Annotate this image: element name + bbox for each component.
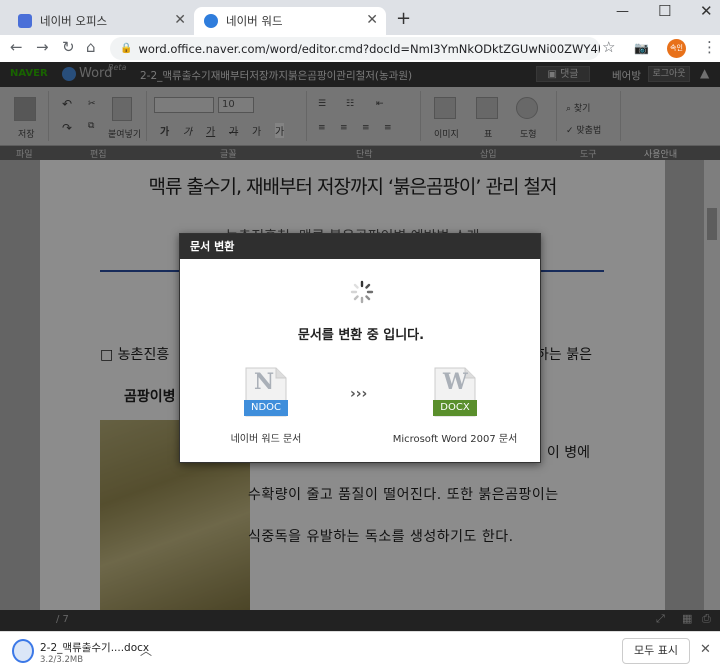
close-window-icon[interactable]: ✕ — [700, 2, 713, 20]
tab-label: 네이버 오피스 — [40, 14, 108, 28]
download-file-icon — [12, 639, 34, 663]
forward-icon[interactable]: → — [36, 38, 49, 56]
download-item[interactable]: 2-2_맥류출수기....docx 3.2/3.2MB — [40, 640, 150, 665]
convert-arrows-icon: ››› — [350, 386, 368, 402]
ndoc-label: 네이버 워드 문서 — [230, 434, 302, 445]
docx-badge: DOCX — [433, 400, 477, 416]
browser-tabstrip: 네이버 오피스 ✕ 네이버 워드 ✕ + — ☐ ✕ — [0, 0, 720, 35]
minimize-icon[interactable]: — — [616, 4, 629, 19]
download-filename: 2-2_맥류출수기....docx — [40, 642, 150, 654]
loading-spinner-icon — [350, 280, 374, 304]
close-tab-icon[interactable]: ✕ — [366, 13, 378, 27]
show-all-downloads-button[interactable]: 모두 표시 — [622, 638, 690, 664]
close-tab-icon[interactable]: ✕ — [174, 13, 186, 27]
tab-naver-office[interactable]: 네이버 오피스 ✕ — [8, 7, 194, 35]
conversion-dialog: 문서 변환 문서를 변환 중 입니다. N NDOC 네이버 워드 문서 ›››… — [179, 233, 541, 463]
bookmark-star-icon[interactable]: ☆ — [602, 38, 615, 56]
docx-file-icon: W DOCX — [433, 367, 477, 417]
docx-letter: W — [443, 369, 468, 395]
camera-icon[interactable]: 📷 — [634, 41, 649, 55]
ndoc-badge: NDOC — [244, 400, 288, 416]
close-downloads-icon[interactable]: ✕ — [700, 642, 711, 657]
reload-icon[interactable]: ↻ — [62, 38, 75, 56]
menu-kebab-icon[interactable]: ⋮ — [702, 38, 717, 56]
maximize-icon[interactable]: ☐ — [658, 2, 671, 20]
dialog-title: 문서 변환 — [180, 234, 540, 259]
back-icon[interactable]: ← — [10, 38, 23, 56]
naver-word-favicon-icon — [204, 14, 218, 28]
ndoc-file-icon: N NDOC — [244, 367, 288, 417]
dialog-message: 문서를 변환 중 입니다. — [297, 328, 425, 343]
download-menu-chevron-icon[interactable]: ︿ — [140, 642, 152, 659]
browser-toolbar: ← → ↻ ⌂ 🔒 word.office.naver.com/word/edi… — [0, 35, 720, 62]
new-tab-button[interactable]: + — [396, 8, 411, 29]
ndoc-letter: N — [254, 369, 275, 395]
profile-avatar[interactable]: 속인 — [667, 39, 686, 58]
naver-office-favicon-icon — [18, 14, 32, 28]
download-shelf: 2-2_맥류출수기....docx 3.2/3.2MB ︿ 모두 표시 ✕ — [0, 631, 720, 671]
lock-icon: 🔒 — [120, 43, 133, 54]
url-text: word.office.naver.com/word/editor.cmd?do… — [138, 41, 600, 56]
address-bar[interactable]: 🔒 word.office.naver.com/word/editor.cmd?… — [110, 37, 600, 60]
tab-naver-word[interactable]: 네이버 워드 ✕ — [194, 7, 386, 35]
home-icon[interactable]: ⌂ — [86, 38, 96, 56]
tab-label: 네이버 워드 — [226, 14, 283, 28]
docx-label: Microsoft Word 2007 문서 — [392, 434, 518, 445]
download-progress: 3.2/3.2MB — [40, 655, 84, 665]
